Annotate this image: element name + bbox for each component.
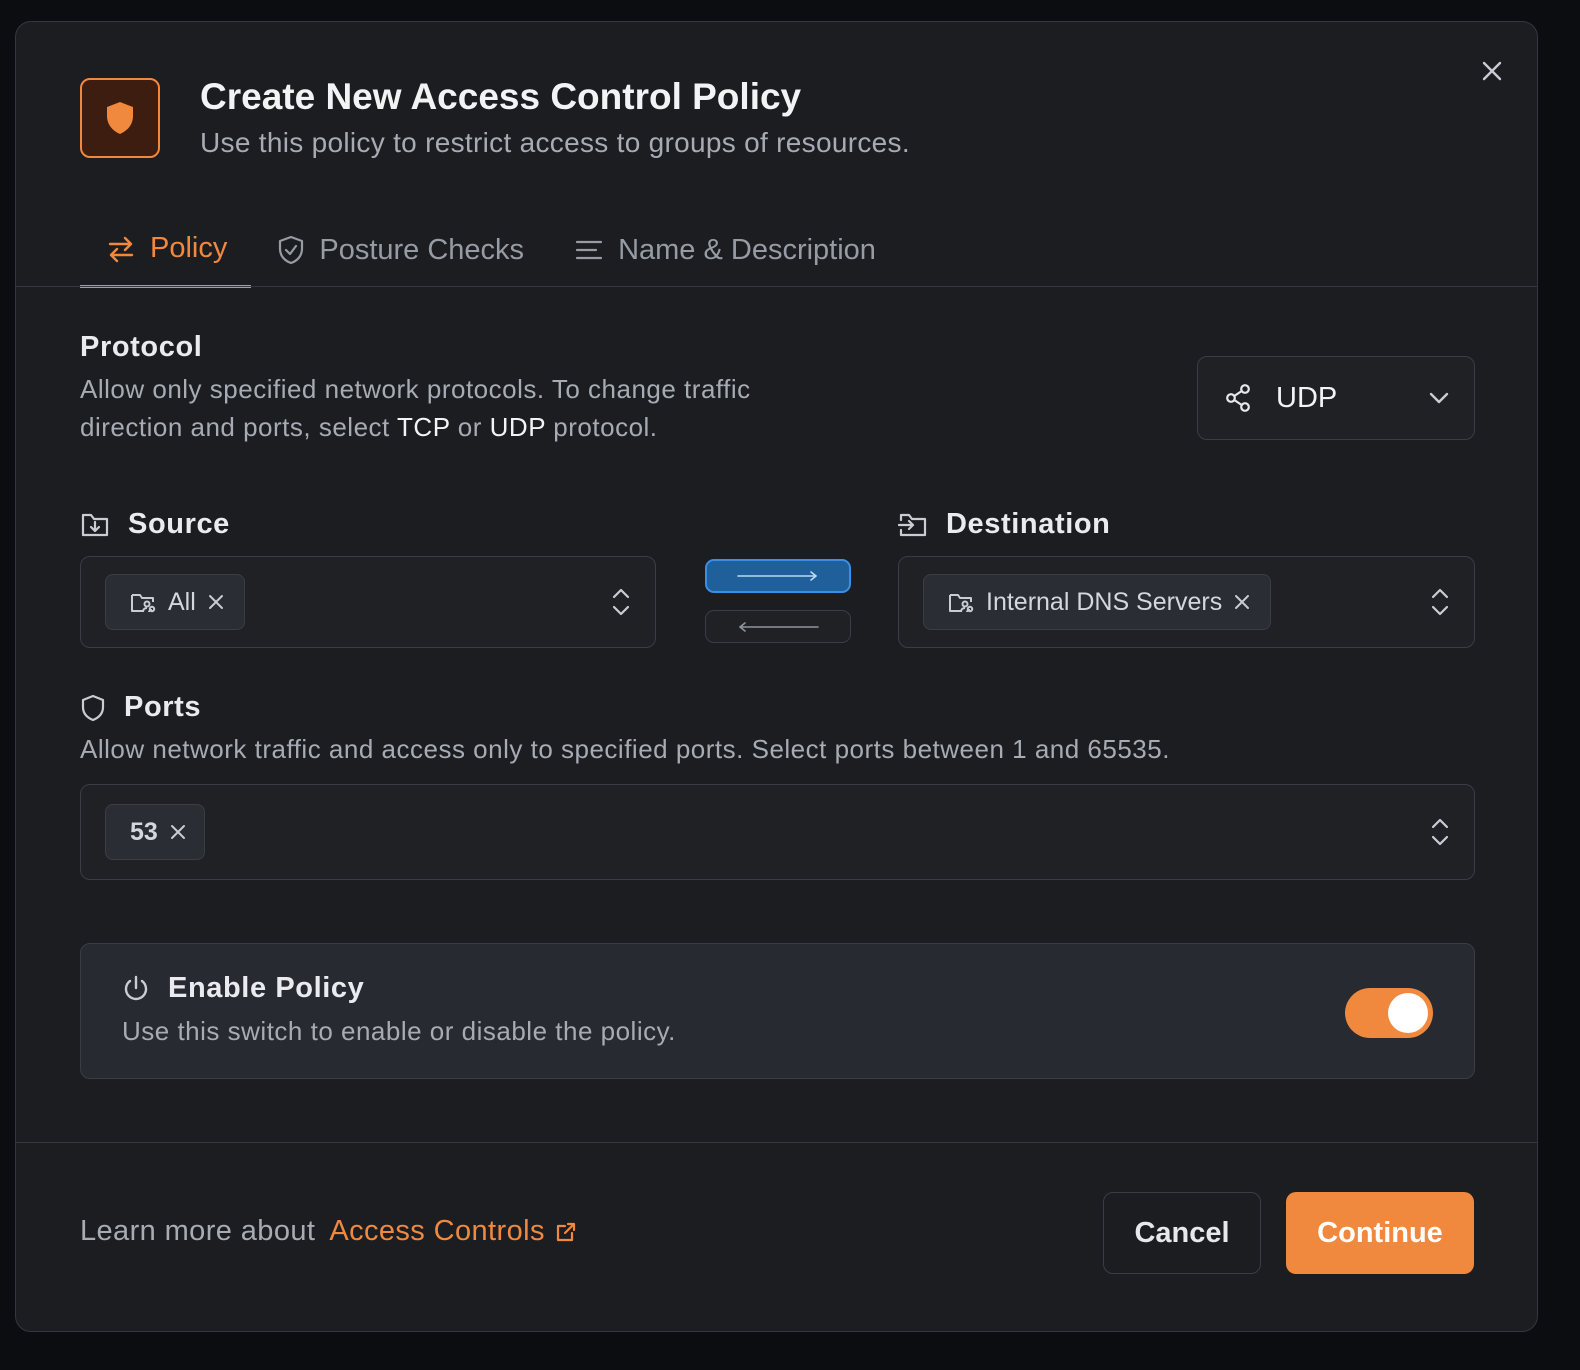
continue-button[interactable]: Continue (1286, 1192, 1474, 1274)
close-icon (1482, 61, 1502, 81)
enable-policy-description: Use this switch to enable or disable the… (122, 1016, 676, 1046)
tab-posture-checks-label: Posture Checks (319, 233, 525, 266)
source-title: Source (80, 508, 230, 541)
enable-policy-panel: Enable Policy Use this switch to enable … (80, 943, 1475, 1079)
tab-name-description-label: Name & Description (618, 233, 876, 266)
tab-bar: Policy Posture Checks Name & Description (80, 212, 900, 288)
ports-title-text: Ports (124, 691, 202, 723)
chevron-down-icon (1429, 392, 1449, 404)
footer-divider (16, 1142, 1537, 1143)
cancel-button[interactable]: Cancel (1103, 1192, 1261, 1274)
chevron-up-down-icon (612, 588, 630, 616)
close-icon (208, 595, 223, 609)
shield-outline-icon (81, 694, 105, 721)
enable-policy-title-text: Enable Policy (168, 972, 365, 1004)
protocol-description: Allow only specified network protocols. … (80, 370, 880, 446)
protocol-select-value: UDP (1276, 381, 1338, 414)
destination-title-text: Destination (946, 508, 1111, 540)
chevron-up-down-icon (1431, 588, 1449, 616)
folder-input-icon (898, 513, 927, 536)
folder-group-icon (131, 594, 156, 613)
protocol-desc-line1: Allow only specified network protocols. … (80, 374, 751, 404)
protocol-desc-or: or (450, 412, 490, 442)
source-chip: All (105, 574, 245, 630)
protocol-desc-tcp: TCP (397, 412, 451, 442)
ports-select[interactable]: 53 (80, 784, 1475, 880)
shield-check-icon (279, 235, 304, 265)
protocol-title: Protocol (80, 331, 202, 364)
tab-name-description[interactable]: Name & Description (548, 212, 900, 288)
modal-title: Create New Access Control Policy (200, 76, 802, 117)
arrow-left-icon (738, 621, 819, 632)
protocol-title-text: Protocol (80, 331, 203, 363)
destination-chip: Internal DNS Servers (923, 574, 1272, 630)
enable-policy-toggle[interactable] (1345, 988, 1433, 1038)
close-icon (170, 825, 185, 839)
source-chip-remove[interactable] (208, 594, 224, 610)
chevron-up-down-icon (1431, 818, 1449, 846)
folder-group-icon (949, 594, 974, 613)
learn-more-prefix: Learn more about (80, 1215, 316, 1247)
direction-outbound-button[interactable] (705, 559, 851, 593)
destination-chip-label: Internal DNS Servers (986, 587, 1223, 616)
protocol-desc-prefix: direction and ports, select (80, 412, 398, 442)
protocol-desc-suffix: protocol. (545, 412, 658, 442)
port-chip-label: 53 (130, 817, 158, 846)
learn-more: Learn more about Access Controls (80, 1215, 577, 1248)
close-icon (1235, 595, 1250, 609)
share-network-icon (1226, 384, 1250, 412)
protocol-desc-udp: UDP (489, 412, 546, 442)
ports-title: Ports (80, 691, 201, 724)
destination-select[interactable]: Internal DNS Servers (898, 556, 1475, 648)
tab-posture-checks[interactable]: Posture Checks (251, 212, 548, 288)
destination-chip-remove[interactable] (1234, 594, 1250, 610)
folder-download-icon (81, 513, 109, 536)
source-chip-label: All (168, 587, 196, 616)
power-icon (124, 975, 148, 1000)
destination-title: Destination (898, 508, 1111, 541)
direction-inbound-button[interactable] (705, 610, 851, 643)
tab-policy[interactable]: Policy (80, 212, 252, 288)
header-shield-badge (80, 78, 160, 158)
enable-policy-title: Enable Policy (122, 972, 364, 1005)
arrows-swap-icon (108, 236, 134, 262)
access-policy-modal: Create New Access Control Policy Use thi… (15, 21, 1538, 1332)
protocol-desc-line2: direction and ports, select TCP or UDP p… (80, 408, 880, 446)
toggle-knob (1388, 993, 1428, 1033)
modal-subtitle: Use this policy to restrict access to gr… (200, 127, 910, 158)
ports-description: Allow network traffic and access only to… (80, 734, 1170, 764)
arrow-right-icon (737, 571, 818, 581)
port-chip: 53 (105, 804, 205, 860)
source-title-text: Source (128, 508, 230, 540)
source-select[interactable]: All (80, 556, 656, 648)
shield-icon (107, 102, 133, 134)
port-chip-remove[interactable] (170, 824, 186, 840)
close-button[interactable] (1477, 56, 1507, 86)
tab-policy-label: Policy (150, 232, 228, 264)
text-lines-icon (575, 240, 603, 260)
access-controls-link-label: Access Controls (329, 1215, 545, 1247)
access-controls-link[interactable]: Access Controls (329, 1215, 577, 1248)
tabs-divider (16, 286, 1537, 287)
protocol-select[interactable]: UDP (1197, 356, 1475, 440)
external-link-icon (556, 1222, 575, 1241)
